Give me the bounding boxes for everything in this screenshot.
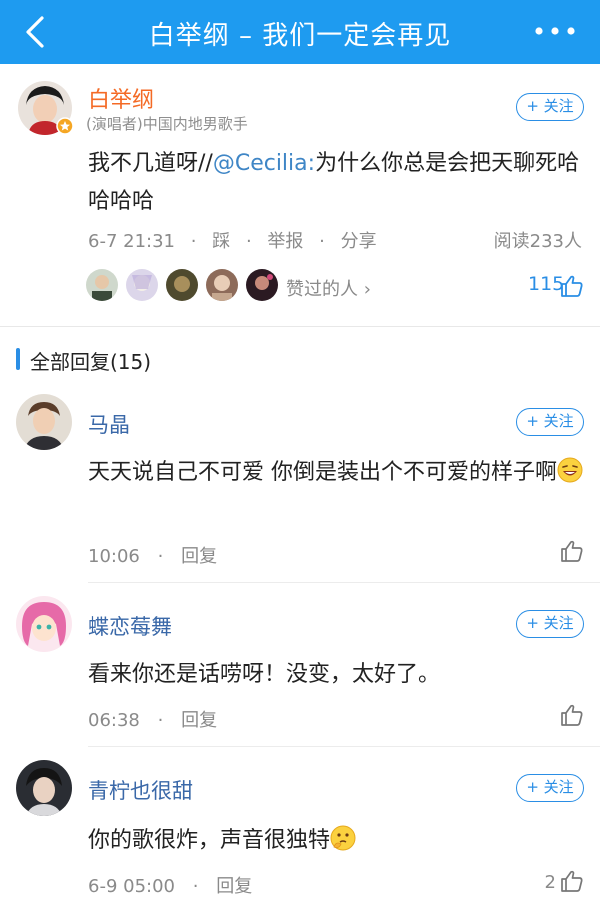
reply-meta: 10:06 · 回复 bbox=[88, 546, 218, 567]
verified-badge-icon bbox=[56, 117, 74, 135]
follow-button[interactable]: + 关注 bbox=[516, 93, 584, 121]
liker-avatar[interactable] bbox=[86, 269, 118, 301]
reply-button[interactable]: 回复 bbox=[181, 546, 217, 567]
reply-author[interactable]: 青柠也很甜 bbox=[88, 775, 193, 805]
author-description: (演唱者)中国内地男歌手 bbox=[86, 115, 248, 133]
liker-avatar[interactable] bbox=[206, 269, 238, 301]
laughing-emoji-icon bbox=[557, 457, 583, 483]
replies-section-header: 全部回复(15) bbox=[0, 340, 600, 380]
reply-avatar[interactable] bbox=[16, 596, 72, 652]
author-name[interactable]: 白举纲 bbox=[88, 82, 154, 114]
reply-author[interactable]: 马晶 bbox=[88, 409, 130, 439]
report-button[interactable]: 举报 bbox=[267, 231, 303, 252]
reply-text: 看来你还是话唠呀！没变，太好了。 bbox=[88, 662, 441, 687]
replies-count-label: 全部回复(15) bbox=[30, 350, 152, 374]
top-bar: 白举纲 – 我们一定会再见 bbox=[0, 0, 600, 64]
reply-time: 10:06 bbox=[88, 546, 140, 567]
reply-item: 马晶 + 关注 天天说自己不可爱 你倒是装出个不可爱的样子啊 10:06 · 回… bbox=[0, 392, 600, 582]
like-count: 115 bbox=[528, 273, 565, 295]
liker-avatar[interactable] bbox=[126, 269, 158, 301]
thumbs-up-icon[interactable] bbox=[560, 539, 584, 563]
divider bbox=[88, 582, 600, 583]
reply-text: 天天说自己不可爱 你倒是装出个不可爱的样子啊 bbox=[88, 454, 583, 492]
reply-meta: 6-9 05:00 · 回复 bbox=[88, 876, 253, 897]
thinking-emoji-icon bbox=[330, 825, 356, 851]
reply-time: 06:38 bbox=[88, 710, 140, 731]
likers-link[interactable]: 赞过的人 › bbox=[286, 275, 371, 301]
section-accent-bar bbox=[16, 348, 20, 370]
page-title: 白举纲 – 我们一定会再见 bbox=[148, 21, 452, 51]
liker-avatar[interactable] bbox=[246, 269, 278, 301]
divider bbox=[88, 746, 600, 747]
post-meta: 6-7 21:31 · 踩 · 举报 · 分享 bbox=[88, 231, 377, 252]
reply-time: 6-9 05:00 bbox=[88, 876, 175, 897]
more-dots-icon[interactable] bbox=[530, 16, 580, 46]
reply-item: 青柠也很甜 + 关注 你的歌很炸，声音很独特 6-9 05:00 · 回复 2 bbox=[0, 758, 600, 908]
thumbs-up-icon[interactable] bbox=[560, 869, 584, 893]
reply-button[interactable]: 回复 bbox=[216, 876, 252, 897]
follow-button[interactable]: + 关注 bbox=[516, 774, 584, 802]
divider bbox=[0, 326, 600, 327]
dislike-button[interactable]: 踩 bbox=[212, 231, 230, 252]
reply-author[interactable]: 蝶恋莓舞 bbox=[88, 611, 172, 641]
thumbs-up-icon[interactable] bbox=[560, 274, 584, 298]
reply-avatar[interactable] bbox=[16, 394, 72, 450]
mention-link[interactable]: @Cecilia: bbox=[213, 151, 315, 176]
reply-meta: 06:38 · 回复 bbox=[88, 710, 218, 731]
post-content: 我不几道呀//@Cecilia:为什么你总是会把天聊死哈哈哈哈 bbox=[88, 151, 580, 214]
follow-button[interactable]: + 关注 bbox=[516, 610, 584, 638]
liker-avatar[interactable] bbox=[166, 269, 198, 301]
reply-avatar[interactable] bbox=[16, 760, 72, 816]
follow-button[interactable]: + 关注 bbox=[516, 408, 584, 436]
reply-like-count: 2 bbox=[544, 872, 556, 893]
share-button[interactable]: 分享 bbox=[341, 231, 377, 252]
main-post: 白举纲 (演唱者)中国内地男歌手 + 关注 我不几道呀//@Cecilia:为什… bbox=[0, 64, 600, 326]
read-count: 阅读233人 bbox=[493, 231, 582, 252]
thumbs-up-icon[interactable] bbox=[560, 703, 584, 727]
reply-text: 你的歌很炸，声音很独特 bbox=[88, 822, 583, 860]
post-time: 6-7 21:31 bbox=[88, 231, 175, 252]
reply-item: 蝶恋莓舞 + 关注 看来你还是话唠呀！没变，太好了。 06:38 · 回复 bbox=[0, 594, 600, 746]
reply-button[interactable]: 回复 bbox=[181, 710, 217, 731]
